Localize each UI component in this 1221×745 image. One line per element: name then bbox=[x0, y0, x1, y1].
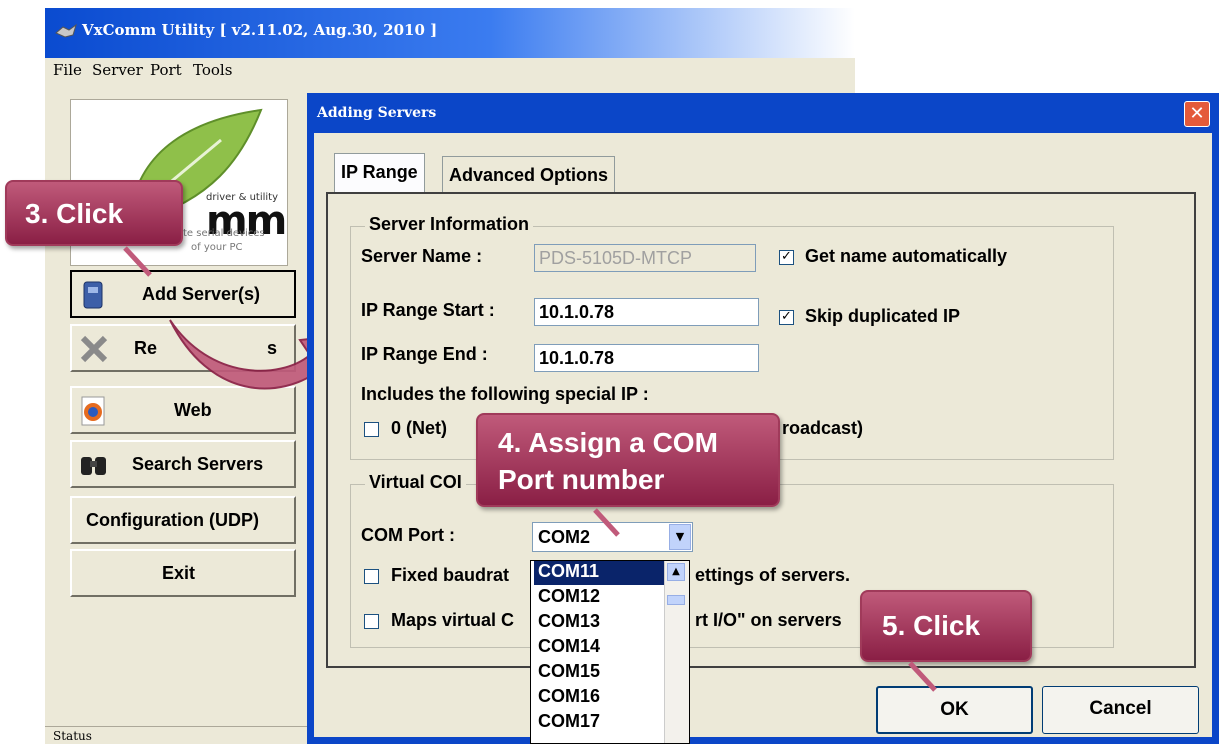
fixed-baudrate-checkbox[interactable] bbox=[364, 569, 379, 584]
logo-line1: te serial devices bbox=[183, 228, 265, 239]
server-device-icon bbox=[83, 281, 103, 309]
configuration-udp-button[interactable]: Configuration (UDP) bbox=[70, 496, 296, 544]
menu-port[interactable]: Port bbox=[150, 61, 182, 79]
fixed-baudrate-label-left: Fixed baudrat bbox=[391, 565, 510, 585]
logo-line2: of your PC bbox=[191, 242, 243, 253]
search-servers-label: Search Servers bbox=[132, 454, 264, 474]
dropdown-option[interactable]: COM14 bbox=[534, 636, 664, 660]
exit-label: Exit bbox=[162, 563, 196, 583]
ip-start-field[interactable]: 10.1.0.78 bbox=[534, 298, 759, 326]
main-title-bar: VxComm Utility [ v2.11.02, Aug.30, 2010 … bbox=[45, 8, 855, 58]
ip-start-label: IP Range Start : bbox=[361, 300, 495, 320]
special-ip-label: Includes the following special IP : bbox=[361, 384, 649, 404]
search-servers-button[interactable]: Search Servers bbox=[70, 440, 296, 488]
virtual-com-title: Virtual COI bbox=[365, 472, 466, 493]
net-ip-checkbox[interactable] bbox=[364, 422, 379, 437]
dialog-title: Adding Servers bbox=[317, 105, 437, 121]
net-ip-label: 0 (Net) bbox=[391, 418, 448, 438]
fixed-baudrate-label-right: ettings of servers. bbox=[695, 565, 851, 585]
com-port-label: COM Port : bbox=[361, 525, 455, 545]
callout-step4-line2: Port number bbox=[498, 464, 665, 495]
dropdown-option[interactable]: COM16 bbox=[534, 686, 664, 710]
menu-file[interactable]: File bbox=[53, 61, 82, 79]
remove-x-icon bbox=[80, 335, 108, 363]
menu-tools[interactable]: Tools bbox=[193, 61, 232, 79]
exit-button[interactable]: Exit bbox=[70, 549, 296, 597]
ok-button[interactable]: OK bbox=[876, 686, 1033, 734]
maps-virtual-label-right: rt I/O" on servers bbox=[695, 610, 842, 630]
dropdown-option[interactable]: COM12 bbox=[534, 586, 664, 610]
get-name-label: Get name automatically bbox=[805, 246, 1008, 266]
callout-step5: 5. Click bbox=[860, 590, 1032, 662]
callout-step5-text: 5. Click bbox=[882, 610, 981, 641]
skip-duplicated-checkbox[interactable]: ✓ bbox=[779, 310, 794, 325]
callout-pointer bbox=[123, 246, 152, 277]
server-name-label: Server Name : bbox=[361, 246, 483, 266]
com-port-dropdown[interactable]: COM11 COM12 COM13 COM14 COM15 COM16 COM1… bbox=[530, 560, 690, 744]
browser-icon bbox=[81, 396, 105, 426]
configuration-label: Configuration (UDP) bbox=[86, 510, 259, 530]
callout-step3: 3. Click bbox=[5, 180, 183, 246]
callout-pointer bbox=[593, 508, 620, 537]
menu-bar: File Server Port Tools bbox=[45, 58, 855, 84]
maps-virtual-label-left: Maps virtual C bbox=[391, 610, 515, 630]
scroll-thumb[interactable] bbox=[667, 595, 685, 605]
dropdown-option[interactable]: COM17 bbox=[534, 711, 664, 735]
scroll-up-icon[interactable]: ▲ bbox=[667, 563, 685, 581]
server-information-title: Server Information bbox=[365, 214, 534, 235]
maps-virtual-checkbox[interactable] bbox=[364, 614, 379, 629]
dropdown-option[interactable]: COM11 bbox=[534, 561, 664, 585]
app-icon bbox=[55, 23, 77, 38]
get-name-checkbox[interactable]: ✓ bbox=[779, 250, 794, 265]
binoculars-icon bbox=[81, 457, 106, 475]
skip-duplicated-label: Skip duplicated IP bbox=[805, 306, 961, 326]
tab-ip-range[interactable]: IP Range bbox=[334, 153, 425, 193]
cancel-button[interactable]: Cancel bbox=[1042, 686, 1199, 734]
main-title-text: VxComm Utility [ v2.11.02, Aug.30, 2010 … bbox=[82, 21, 438, 39]
broadcast-label: roadcast) bbox=[782, 418, 864, 438]
dropdown-option[interactable]: COM13 bbox=[534, 611, 664, 635]
dropdown-scrollbar[interactable]: ▲ bbox=[664, 561, 689, 743]
chevron-down-icon[interactable]: ▼ bbox=[669, 524, 691, 550]
com-port-value: COM2 bbox=[538, 527, 591, 547]
tab-advanced-options[interactable]: Advanced Options bbox=[442, 156, 616, 192]
ip-end-label: IP Range End : bbox=[361, 344, 488, 364]
callout-pointer bbox=[908, 661, 937, 692]
status-text: Status bbox=[53, 729, 92, 743]
web-label: Web bbox=[174, 400, 212, 420]
ip-end-field[interactable]: 10.1.0.78 bbox=[534, 344, 759, 372]
callout-step4: 4. Assign a COM Port number bbox=[476, 413, 780, 507]
menu-server[interactable]: Server bbox=[92, 61, 143, 79]
callout-step4-line1: 4. Assign a COM bbox=[498, 427, 718, 458]
callout-step3-text: 3. Click bbox=[25, 198, 124, 229]
server-name-field[interactable]: PDS-5105D-MTCP bbox=[534, 244, 756, 272]
close-icon[interactable]: ✕ bbox=[1184, 101, 1210, 127]
dropdown-option[interactable]: COM15 bbox=[534, 661, 664, 685]
